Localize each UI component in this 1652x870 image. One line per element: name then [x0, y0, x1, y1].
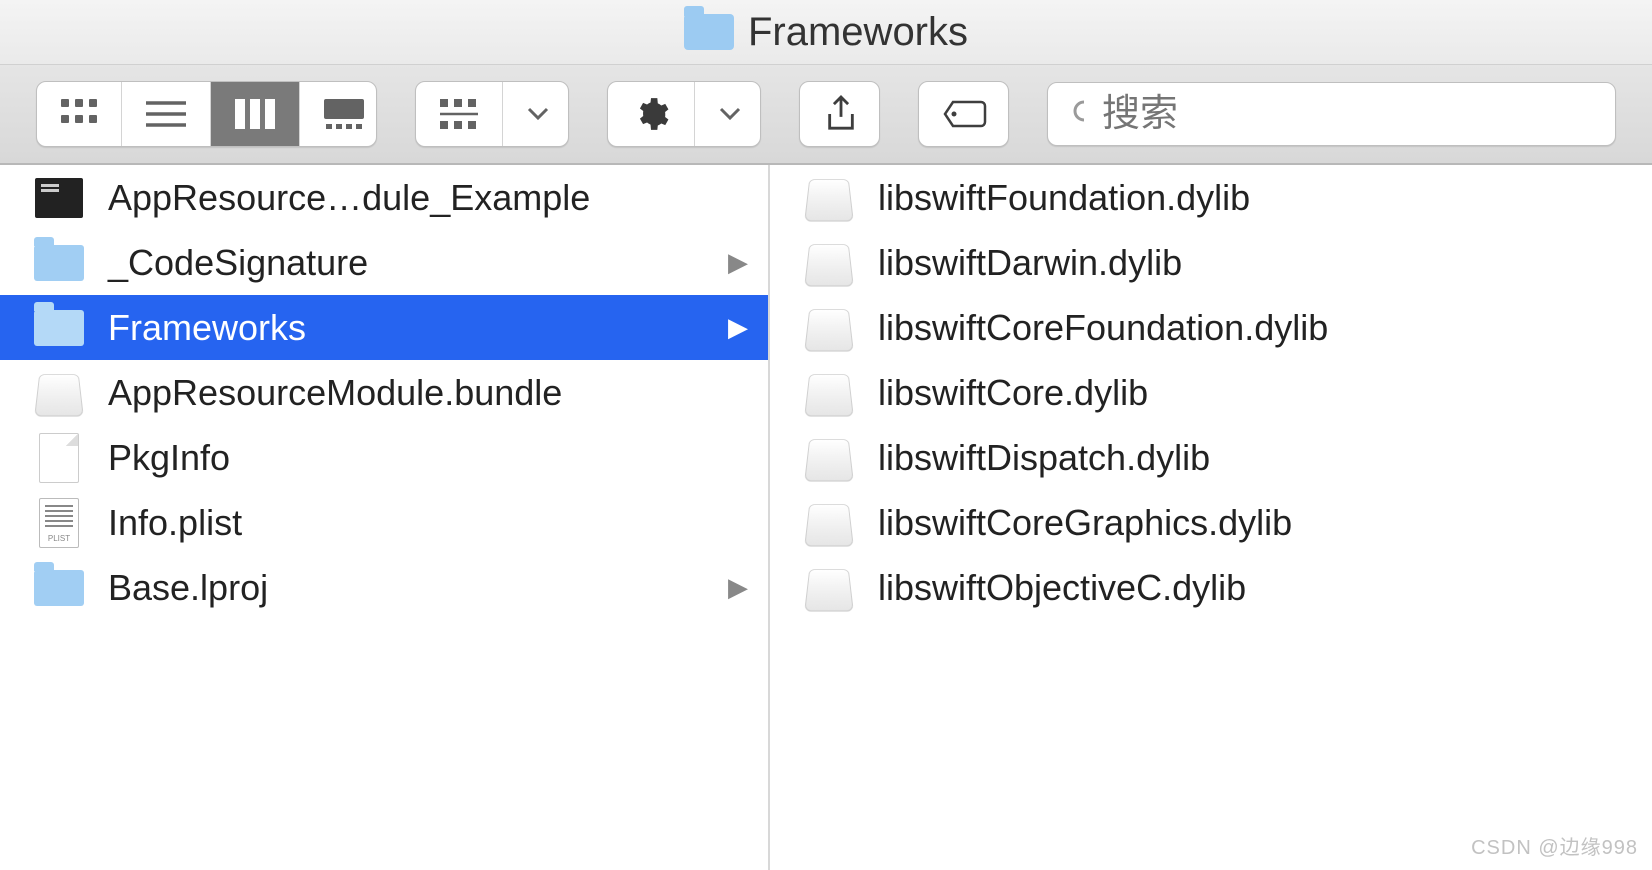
list-view-button[interactable]: [122, 82, 211, 146]
item-label: Info.plist: [108, 502, 242, 544]
folder-icon: [34, 570, 84, 606]
list-item[interactable]: Info.plist: [0, 490, 768, 555]
search-input[interactable]: [1102, 93, 1591, 136]
group-icon: [416, 82, 503, 146]
item-label: PkgInfo: [108, 437, 230, 479]
folder-icon: [34, 310, 84, 346]
item-label: Base.lproj: [108, 567, 268, 609]
dylib-icon: [807, 501, 851, 545]
list-item[interactable]: Frameworks ▶: [0, 295, 768, 360]
list-item[interactable]: libswiftCoreFoundation.dylib: [770, 295, 1652, 360]
toolbar: [0, 65, 1652, 165]
dylib-icon: [807, 566, 851, 610]
list-item[interactable]: libswiftFoundation.dylib: [770, 165, 1652, 230]
dylib-icon: [37, 371, 81, 415]
item-label: AppResourceModule.bundle: [108, 372, 562, 414]
view-switcher: [36, 81, 377, 147]
folder-icon: [34, 245, 84, 281]
search-field[interactable]: [1047, 82, 1616, 146]
window-title: Frameworks: [748, 10, 968, 55]
gear-icon: [608, 82, 695, 146]
list-item[interactable]: PkgInfo: [0, 425, 768, 490]
list-item[interactable]: libswiftObjectiveC.dylib: [770, 555, 1652, 620]
column-browser: AppResource…dule_Example_CodeSignature▶F…: [0, 165, 1652, 870]
dylib-icon: [807, 241, 851, 285]
list-item[interactable]: AppResource…dule_Example: [0, 165, 768, 230]
column-1: AppResource…dule_Example_CodeSignature▶F…: [0, 165, 770, 870]
action-dropdown[interactable]: [607, 81, 761, 147]
exec-icon: [35, 178, 83, 218]
chevron-right-icon: ▶: [728, 312, 748, 343]
dylib-icon: [807, 371, 851, 415]
search-icon: [1072, 99, 1084, 129]
item-label: _CodeSignature: [108, 242, 368, 284]
column-view-button[interactable]: [211, 82, 300, 146]
share-button[interactable]: [799, 81, 880, 147]
docfile-icon: [39, 433, 79, 483]
list-item[interactable]: libswiftCore.dylib: [770, 360, 1652, 425]
item-label: AppResource…dule_Example: [108, 177, 590, 219]
chevron-down-icon: [695, 82, 761, 146]
watermark: CSDN @边缘998: [1471, 831, 1638, 860]
list-item[interactable]: libswiftDispatch.dylib: [770, 425, 1652, 490]
list-item[interactable]: libswiftDarwin.dylib: [770, 230, 1652, 295]
gallery-view-button[interactable]: [300, 82, 377, 146]
share-icon: [800, 82, 880, 146]
icon-view-button[interactable]: [37, 82, 122, 146]
tag-icon: [919, 82, 1009, 146]
dylib-icon: [807, 436, 851, 480]
titlebar: Frameworks: [0, 0, 1652, 65]
dylib-icon: [807, 176, 851, 220]
column-2: libswiftFoundation.dylib libswiftDarwin.d…: [770, 165, 1652, 870]
item-label: Frameworks: [108, 307, 306, 349]
item-label: libswiftCoreFoundation.dylib: [878, 307, 1328, 349]
list-item[interactable]: AppResourceModule.bundle: [0, 360, 768, 425]
item-label: libswiftDispatch.dylib: [878, 437, 1210, 479]
item-label: libswiftDarwin.dylib: [878, 242, 1182, 284]
group-dropdown[interactable]: [415, 81, 569, 147]
list-item[interactable]: libswiftCoreGraphics.dylib: [770, 490, 1652, 555]
list-item[interactable]: _CodeSignature ▶: [0, 230, 768, 295]
chevron-right-icon: ▶: [728, 572, 748, 603]
item-label: libswiftObjectiveC.dylib: [878, 567, 1246, 609]
dylib-icon: [807, 306, 851, 350]
folder-icon: [684, 14, 734, 50]
chevron-right-icon: ▶: [728, 247, 748, 278]
item-label: libswiftCore.dylib: [878, 372, 1148, 414]
list-item[interactable]: Base.lproj ▶: [0, 555, 768, 620]
item-label: libswiftFoundation.dylib: [878, 177, 1250, 219]
plistfile-icon: [39, 498, 79, 548]
tags-button[interactable]: [918, 81, 1009, 147]
chevron-down-icon: [503, 82, 569, 146]
item-label: libswiftCoreGraphics.dylib: [878, 502, 1292, 544]
